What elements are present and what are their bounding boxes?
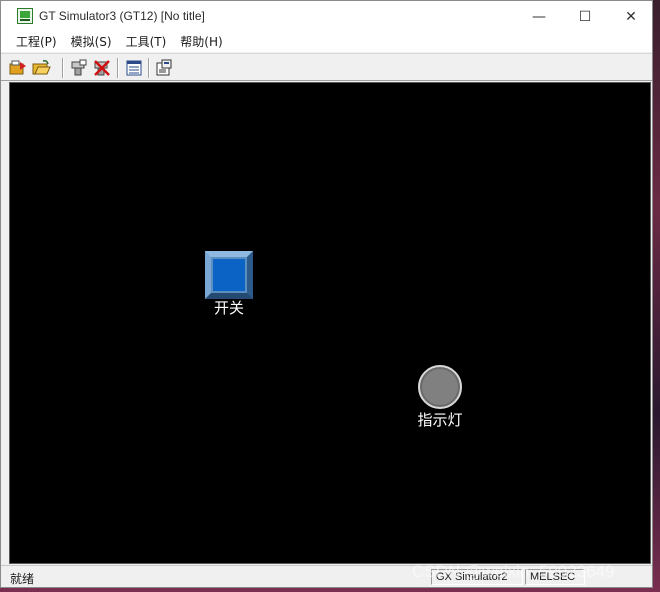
switch-button[interactable] [205,251,253,299]
watermark-text: CSDN @weixin_59923649 [412,562,615,581]
close-button[interactable]: ✕ [608,1,654,32]
maximize-button[interactable]: ☐ [562,1,608,32]
open-folder-icon[interactable] [31,58,51,78]
open-project-icon[interactable] [8,58,28,78]
switch-label: 开关 [213,299,244,317]
toolbar-separator [62,58,64,78]
menu-bar: 工程(P) 模拟(S) 工具(T) 帮助(H) [1,32,652,52]
indicator-lamp [418,365,462,409]
title-bar[interactable]: GT Simulator3 (GT12) [No title] — ☐ ✕ [1,1,652,32]
got-screen-canvas[interactable]: 开关 指示灯 [9,82,651,564]
status-ready-text: 就绪 [10,572,35,586]
menu-project[interactable]: 工程(P) [9,32,64,52]
switch-face [213,259,245,291]
toolbar [1,53,652,81]
device-stop-icon[interactable] [92,58,112,78]
toolbar-separator [148,58,150,78]
app-window: GT Simulator3 (GT12) [No title] — ☐ ✕ 工程… [0,0,653,588]
toolbar-separator [117,58,119,78]
menu-tools[interactable]: 工具(T) [119,32,174,52]
menu-simulate[interactable]: 模拟(S) [64,32,119,52]
device-monitor-icon[interactable] [69,58,89,78]
list-view-icon[interactable] [124,58,144,78]
menu-help[interactable]: 帮助(H) [173,32,229,52]
window-title: GT Simulator3 (GT12) [No title] [39,9,205,23]
minimize-button[interactable]: — [516,1,562,32]
gt-simulator-icon[interactable] [17,8,33,24]
lamp-label: 指示灯 [417,411,463,429]
properties-icon[interactable] [154,58,174,78]
